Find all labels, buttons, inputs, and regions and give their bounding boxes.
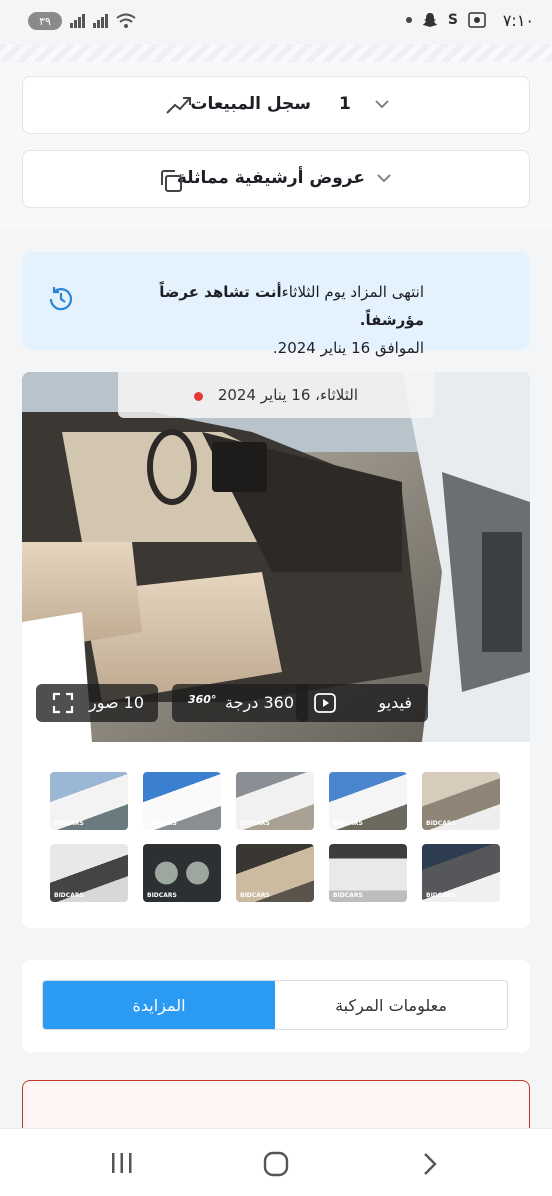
accordion-panel: 1 سجل المبيعات عروض أرشيفية مماثلة (0, 62, 552, 230)
thumbnail[interactable]: BIDCARS (50, 844, 128, 902)
sales-count: 1 (339, 94, 351, 114)
wifi-icon (116, 13, 136, 28)
archived-notice: انتهى المزاد يوم الثلاثاءأنت تشاهد عرضاً… (22, 252, 530, 357)
notification-dot-icon (405, 17, 412, 23)
clock: ٧:١٠ (502, 11, 534, 30)
thumbnail[interactable]: BIDCARS (329, 772, 407, 830)
sales-history-accordion[interactable]: 1 سجل المبيعات (22, 76, 530, 134)
snapchat-icon (422, 13, 437, 27)
thumbnail-watermark: BIDCARS (333, 892, 363, 899)
history-icon (49, 287, 73, 311)
chevron-down-icon (375, 100, 389, 109)
status-right-icons: S (405, 12, 486, 28)
thumbnail-watermark: BIDCARS (333, 820, 363, 827)
thumbnail[interactable]: BIDCARS (143, 772, 221, 830)
signal-icon (70, 14, 85, 28)
thumbnail-watermark: BIDCARS (240, 892, 270, 899)
photos-button[interactable]: 10 صور (36, 684, 158, 722)
view-360-label: 360 درجة (225, 693, 294, 712)
auction-date-tag: الثلاثاء، 16 يناير 2024 (118, 372, 434, 418)
main-photo[interactable]: الثلاثاء، 16 يناير 2024 فيديو 360° 360 د… (22, 372, 530, 742)
video-label: فيديو (378, 693, 412, 712)
signal-icon-2 (93, 14, 108, 28)
header-strip (0, 44, 552, 62)
thumbnail[interactable]: BIDCARS (329, 844, 407, 902)
home-icon[interactable] (262, 1151, 290, 1177)
chevron-down-icon (377, 174, 391, 183)
s-app-icon: S (447, 12, 458, 28)
view-360-icon: 360° (188, 693, 217, 706)
thumbnail[interactable]: BIDCARS (422, 844, 500, 902)
thumbnail[interactable]: BIDCARS (422, 772, 500, 830)
auction-date-label: الثلاثاء، 16 يناير 2024 (217, 386, 358, 404)
similar-archive-label: عروض أرشيفية مماثلة (176, 168, 365, 188)
system-nav-bar (0, 1128, 552, 1196)
recents-icon[interactable] (108, 1151, 136, 1175)
live-dot-icon (194, 392, 203, 401)
thumbnail[interactable]: BIDCARS (50, 772, 128, 830)
play-icon (314, 693, 336, 713)
notice-line2: الموافق 16 يناير 2024. (272, 339, 424, 357)
thumbnail[interactable]: BIDCARS (236, 844, 314, 902)
thumbnail-watermark: BIDCARS (426, 892, 456, 899)
thumbnail-watermark: BIDCARS (147, 892, 177, 899)
tab-bar: المزايدة معلومات المركبة (42, 980, 508, 1030)
thumbnail-watermark: BIDCARS (426, 820, 456, 827)
thumbnail-watermark: BIDCARS (147, 820, 177, 827)
view-360-button[interactable]: 360° 360 درجة (172, 684, 308, 722)
thumbnail[interactable]: BIDCARS (143, 844, 221, 902)
notice-line1-prefix: انتهى المزاد يوم الثلاثاء (281, 283, 424, 301)
status-left: ٣٩ (28, 12, 136, 30)
copy-icon (161, 170, 182, 192)
thumbnail-watermark: BIDCARS (54, 820, 84, 827)
battery-icon: ٣٩ (28, 12, 62, 30)
screen-record-icon (468, 12, 486, 28)
trending-up-icon (166, 97, 191, 114)
tabs-card: المزايدة معلومات المركبة (22, 960, 530, 1052)
similar-archive-accordion[interactable]: عروض أرشيفية مماثلة (22, 150, 530, 208)
video-button[interactable]: فيديو (296, 684, 428, 722)
tab-auction[interactable]: المزايدة (43, 981, 275, 1029)
thumbnail-watermark: BIDCARS (240, 820, 270, 827)
thumbnail-watermark: BIDCARS (54, 892, 84, 899)
notice-text: انتهى المزاد يوم الثلاثاءأنت تشاهد عرضاً… (94, 278, 424, 362)
gallery-card: الثلاثاء، 16 يناير 2024 فيديو 360° 360 د… (22, 372, 530, 928)
photos-count-label: 10 صور (88, 693, 144, 712)
thumbnail[interactable]: BIDCARS (236, 772, 314, 830)
tab-vehicle-info[interactable]: معلومات المركبة (275, 981, 507, 1029)
status-bar: ٣٩ S ٧:١٠ (0, 0, 552, 44)
fullscreen-icon (52, 692, 74, 714)
back-icon[interactable] (418, 1151, 442, 1177)
sales-history-label: سجل المبيعات (190, 94, 311, 114)
